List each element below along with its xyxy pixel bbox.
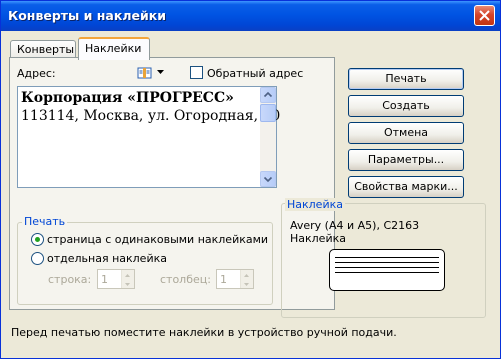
address-line-2: 113114, Москва, ул. Огородная, 10 bbox=[21, 108, 281, 124]
cancel-button[interactable]: Отмена bbox=[348, 122, 464, 144]
create-button[interactable]: Создать bbox=[348, 95, 464, 117]
preview-line bbox=[335, 262, 439, 263]
print-button[interactable]: Печать bbox=[348, 68, 464, 90]
single-label-label: отдельная наклейка bbox=[47, 252, 167, 265]
row-spin-up-button[interactable] bbox=[121, 270, 134, 279]
column-spin-down-button[interactable] bbox=[240, 279, 253, 288]
footer-hint: Перед печатью поместите наклейки в устро… bbox=[11, 326, 397, 339]
tab-envelopes[interactable]: Конверты bbox=[10, 40, 76, 58]
dropdown-arrow-icon[interactable] bbox=[157, 70, 164, 74]
preview-line bbox=[335, 272, 439, 273]
return-address-label: Обратный адрес bbox=[207, 67, 304, 80]
close-button[interactable] bbox=[474, 5, 495, 26]
preview-line bbox=[335, 267, 439, 268]
row-value: 1 bbox=[101, 273, 108, 286]
preview-line bbox=[335, 257, 439, 258]
full-page-radio[interactable] bbox=[31, 233, 44, 246]
row-label: строка: bbox=[48, 273, 92, 286]
label-product: Avery (A4 и A5), C2163 bbox=[290, 219, 420, 232]
options-button[interactable]: Параметры... bbox=[348, 149, 464, 171]
chevron-up-icon bbox=[263, 91, 273, 98]
single-label-radio[interactable] bbox=[31, 252, 44, 265]
label-group-title: Наклейка bbox=[285, 198, 345, 211]
tab-labels-label: Наклейки bbox=[85, 42, 142, 55]
column-spin-up-button[interactable] bbox=[240, 270, 253, 279]
row-spin-down-button[interactable] bbox=[121, 279, 134, 288]
address-line-1: Корпорация «ПРОГРЕСС» bbox=[21, 90, 234, 106]
row-spinner[interactable]: 1 bbox=[97, 269, 135, 289]
column-spinner[interactable]: 1 bbox=[216, 269, 254, 289]
print-group-title: Печать bbox=[22, 215, 68, 228]
scroll-down-button[interactable] bbox=[260, 171, 276, 187]
address-scrollbar[interactable] bbox=[260, 87, 276, 187]
tab-envelopes-label: Конверты bbox=[17, 43, 75, 56]
return-address-checkbox[interactable] bbox=[190, 66, 203, 79]
stamp-properties-button[interactable]: Свойства марки... bbox=[348, 176, 464, 198]
title-bar[interactable]: Конверты и наклейки bbox=[1, 1, 500, 31]
close-icon bbox=[479, 10, 490, 21]
chevron-down-icon bbox=[263, 176, 273, 183]
scroll-thumb[interactable] bbox=[260, 104, 276, 122]
full-page-label: страница с одинаковыми наклейками bbox=[47, 233, 269, 246]
scroll-up-button[interactable] bbox=[260, 87, 276, 103]
column-label: столбец: bbox=[160, 273, 211, 286]
window-title: Конверты и наклейки bbox=[8, 8, 166, 23]
label-preview-image[interactable] bbox=[329, 249, 445, 291]
address-textarea[interactable]: Корпорация «ПРОГРЕСС» 113114, Москва, ул… bbox=[17, 86, 280, 188]
address-text: Корпорация «ПРОГРЕСС» 113114, Москва, ул… bbox=[21, 89, 280, 125]
tab-labels[interactable]: Наклейки bbox=[78, 37, 150, 60]
label-type: Наклейка bbox=[290, 232, 346, 245]
address-label: Адрес: bbox=[17, 67, 56, 80]
address-book-icon[interactable] bbox=[137, 66, 153, 80]
column-value: 1 bbox=[220, 273, 227, 286]
spin-down-icon bbox=[125, 283, 130, 286]
spin-down-icon bbox=[244, 283, 249, 286]
